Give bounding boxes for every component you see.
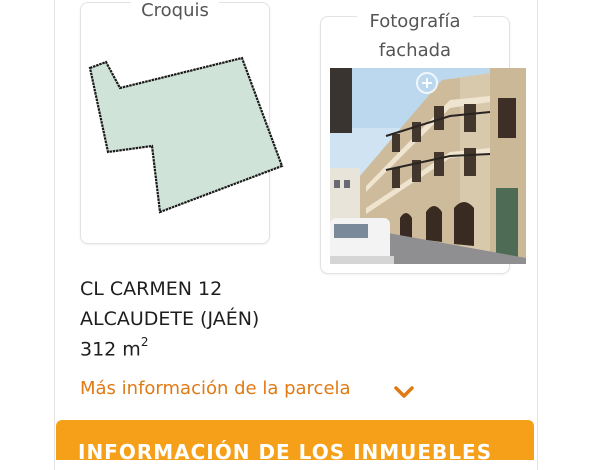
chevron-down-icon[interactable] (393, 384, 415, 400)
address-street: CL CARMEN 12 (80, 278, 223, 300)
facade-photo[interactable] (330, 68, 526, 264)
parcel-shape (88, 56, 284, 214)
parcel-sketch[interactable] (86, 50, 290, 220)
fachada-title: Fotografía fachada (321, 7, 509, 65)
address-locality: ALCAUDETE (JAÉN) (80, 308, 260, 330)
fachada-title-line2: fachada (372, 36, 458, 65)
inmuebles-section-label: INFORMACIÓN DE LOS INMUEBLES (78, 440, 493, 460)
more-info-link[interactable]: Más información de la parcela (80, 378, 351, 399)
croquis-title-text: Croquis (131, 0, 219, 21)
zoom-plus-icon[interactable] (416, 72, 438, 94)
inmuebles-section-header[interactable]: INFORMACIÓN DE LOS INMUEBLES (56, 420, 534, 460)
parcel-area: 312 m2 (80, 335, 149, 361)
fachada-title-line1: Fotografía (363, 7, 467, 36)
area-unit-exponent: 2 (140, 335, 149, 349)
area-value: 312 m (80, 338, 141, 361)
croquis-title: Croquis (81, 0, 269, 21)
